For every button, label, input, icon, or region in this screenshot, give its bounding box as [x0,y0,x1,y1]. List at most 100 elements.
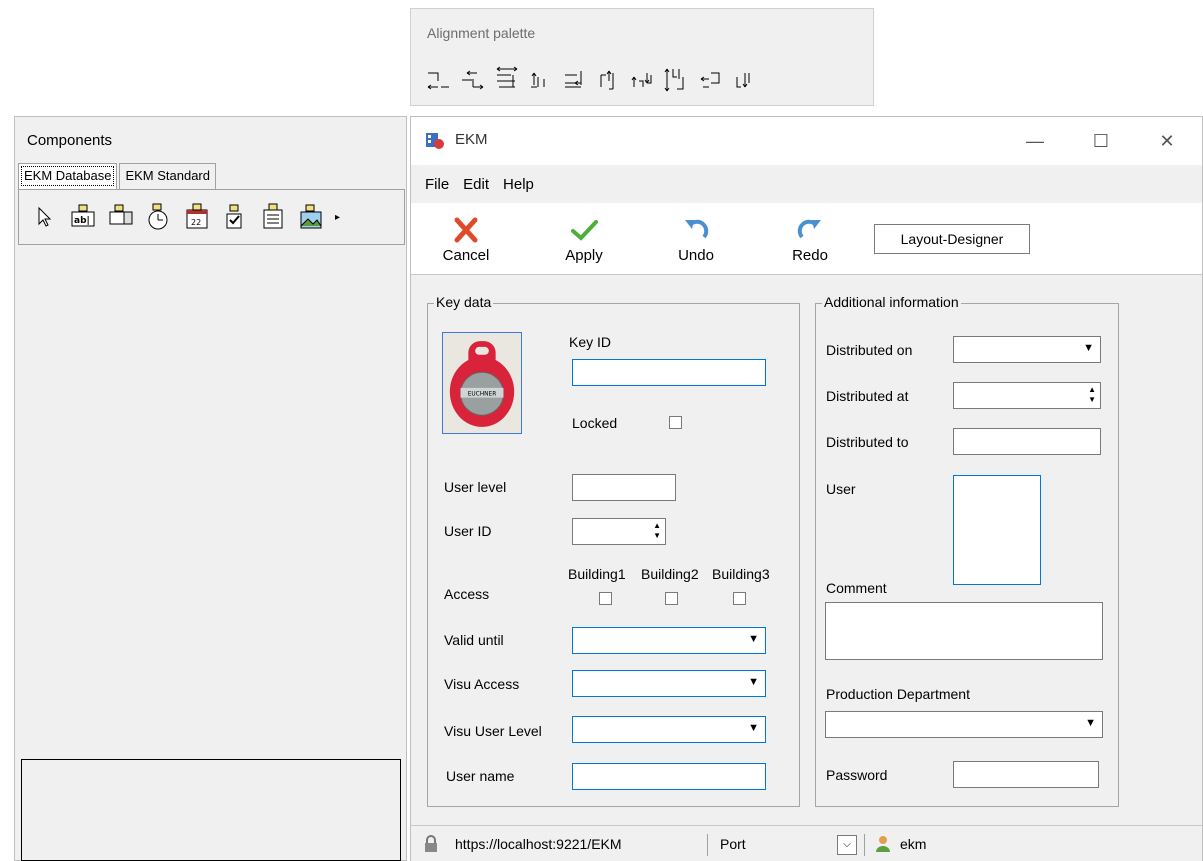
chevron-down-icon: ▼ [748,676,759,688]
svg-text:22: 22 [191,218,201,227]
undo-icon [685,219,709,239]
valid-until-select[interactable]: ▼ [572,627,766,654]
user-icon [874,835,892,853]
additional-info-group: Additional information Distributed on ▼ … [815,294,1119,807]
production-department-select[interactable]: ▼ [825,711,1103,738]
menu-edit[interactable]: Edit [463,176,489,193]
building1-label: Building1 [568,566,626,582]
status-separator [707,834,708,856]
svg-text:EUCHNER: EUCHNER [468,392,497,398]
ekm-window: EKM — ☐ ✕ File Edit Help Cancel Apply Un… [410,116,1203,861]
user-level-label: User level [444,479,507,495]
apply-label: Apply [565,247,603,264]
visu-user-level-select[interactable]: ▼ [572,716,766,743]
distributed-on-select[interactable]: ▼ [953,336,1101,363]
cancel-label: Cancel [442,247,490,264]
key-data-legend: Key data [434,294,494,310]
redo-button[interactable]: Redo [781,203,839,275]
align-right-icon[interactable] [459,65,487,95]
tab-ekm-database[interactable]: EKM Database [18,163,118,189]
alignment-palette-title: Alignment palette [427,25,536,41]
apply-button[interactable]: Apply [555,203,613,275]
building1-checkbox[interactable] [599,592,612,605]
lock-icon [423,835,439,853]
components-tabs: EKM Database EKM Standard [18,163,218,189]
user-name-field[interactable] [572,763,766,790]
key-id-field[interactable] [572,359,766,386]
chevron-down-icon: ▼ [748,722,759,734]
align-center-horizontal-icon[interactable] [527,65,555,95]
building3-label: Building3 [712,566,770,582]
align-left-icon[interactable] [425,65,453,95]
alignment-tools [425,65,759,95]
production-department-label: Production Department [826,686,970,702]
distributed-on-label: Distributed on [826,342,913,358]
comment-label: Comment [826,580,887,596]
align-top-icon[interactable] [595,65,623,95]
center-vertical-icon[interactable] [629,65,657,95]
components-panel: Components EKM Database EKM Standard ab|… [14,116,407,861]
building3-checkbox[interactable] [733,592,746,605]
password-field[interactable] [953,761,1099,788]
combo-box-icon[interactable] [107,202,135,232]
menu-file[interactable]: File [425,176,449,193]
distributed-to-label: Distributed to [826,434,909,450]
visu-access-select[interactable]: ▼ [572,670,766,697]
undo-button[interactable]: Undo [667,203,725,275]
port-dropdown-button[interactable]: ⌵ [837,835,857,855]
window-titlebar: EKM — ☐ ✕ [411,117,1202,165]
maximize-button[interactable]: ☐ [1081,127,1121,155]
cancel-button[interactable]: Cancel [437,203,495,275]
key-fob-image: EUCHNER [442,332,522,434]
chevron-down-icon: ▼ [1083,342,1094,354]
user-name-label: User name [446,768,515,784]
components-toolbar: ab| 22 ▸ [18,189,405,245]
user-label: User [826,481,856,497]
memo-icon[interactable] [259,202,287,232]
scroll-right-icon[interactable]: ▸ [335,212,343,223]
layout-designer-button[interactable]: Layout-Designer [874,224,1030,254]
distributed-to-field[interactable] [953,428,1101,455]
main-toolbar: Cancel Apply Undo Redo Layout-Designer [411,203,1202,275]
port-label[interactable]: Port [720,836,746,852]
distributed-at-label: Distributed at [826,388,909,404]
status-user: ekm [900,836,927,852]
close-button[interactable]: ✕ [1147,127,1187,155]
pointer-icon[interactable] [31,202,59,232]
space-horizontal-icon[interactable] [493,65,521,95]
building2-label: Building2 [641,566,699,582]
time-field-icon[interactable] [145,202,173,232]
checkmark-icon [571,220,598,241]
edit-field-icon[interactable]: ab| [69,202,97,232]
building2-checkbox[interactable] [665,592,678,605]
stretch-icon[interactable] [731,65,759,95]
visu-access-label: Visu Access [444,676,520,692]
access-label: Access [444,586,490,602]
components-title: Components [27,132,113,149]
spinner-arrows-icon[interactable]: ▲ ▼ [1088,385,1096,405]
locked-checkbox[interactable] [669,416,682,429]
window-title: EKM [455,131,488,148]
menu-help[interactable]: Help [503,176,534,193]
valid-until-label: Valid until [444,632,504,648]
cancel-icon [454,217,478,243]
svg-text:ab|: ab| [74,216,90,226]
checkbox-icon[interactable] [221,202,249,232]
chevron-down-icon: ⌵ [843,839,851,850]
key-id-label: Key ID [569,334,612,350]
shrink-icon[interactable] [697,65,725,95]
distributed-at-spinner[interactable]: ▲ ▼ [953,382,1101,409]
visu-user-level-label: Visu User Level [444,723,542,739]
user-id-spinner[interactable]: ▲ ▼ [572,518,666,545]
date-field-icon[interactable]: 22 [183,202,211,232]
minimize-button[interactable]: — [1015,127,1055,155]
space-vertical-icon[interactable] [663,65,691,95]
chevron-down-icon: ▼ [1085,717,1096,729]
align-bottom-icon[interactable] [561,65,589,95]
user-list[interactable] [953,475,1041,585]
image-icon[interactable] [297,202,325,232]
user-level-field[interactable] [572,474,676,501]
tab-ekm-standard[interactable]: EKM Standard [119,163,216,189]
comment-field[interactable] [825,602,1103,660]
spinner-arrows-icon[interactable]: ▲ ▼ [653,521,661,541]
